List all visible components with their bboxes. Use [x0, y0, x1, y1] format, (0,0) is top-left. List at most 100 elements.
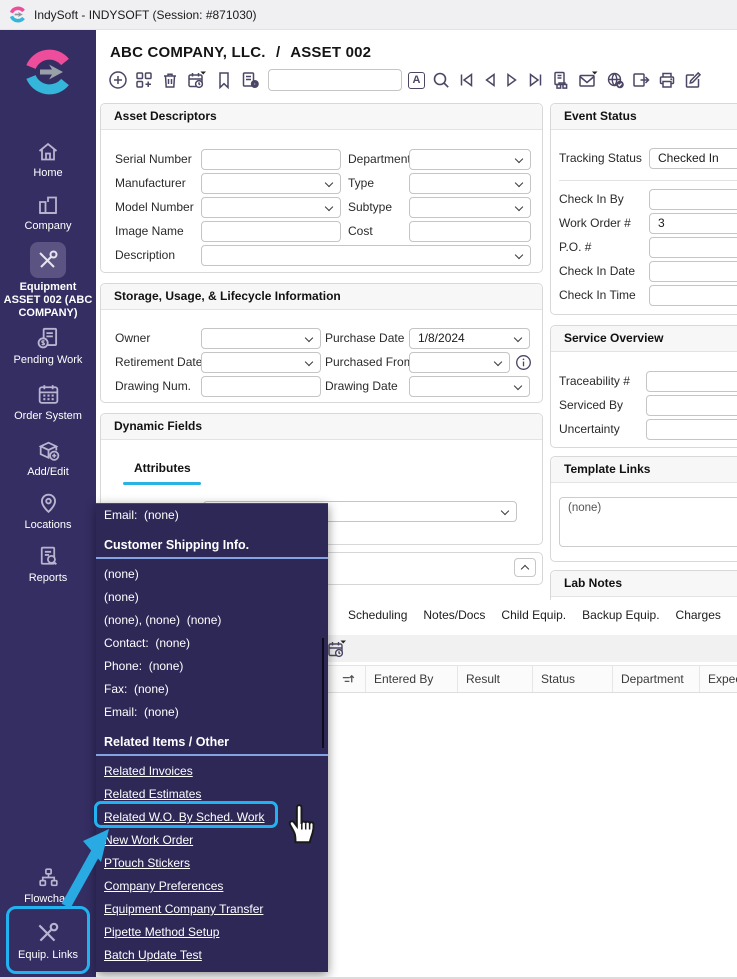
purchase-date-value: 1/8/2024	[410, 329, 529, 348]
purchased-from-select[interactable]	[409, 352, 510, 373]
owner-select[interactable]	[201, 328, 321, 349]
sidebar-item-reports[interactable]: Reports	[0, 544, 96, 584]
menu-item-batch-update-test[interactable]: Batch Update Test	[96, 944, 328, 967]
copy-equipment-icon[interactable]	[551, 70, 571, 90]
serial-number-input[interactable]	[201, 149, 341, 170]
uncertainty-input[interactable]	[646, 419, 737, 440]
description-select[interactable]	[201, 245, 531, 266]
model-number-label: Model Number	[115, 197, 194, 218]
grid-calendar-menu-icon[interactable]	[326, 638, 348, 660]
template-links-box[interactable]: (none)	[559, 497, 737, 547]
grid-col-entered-by[interactable]: Entered By	[366, 666, 458, 692]
menu-item-related-invoices[interactable]: Related Invoices	[96, 760, 328, 783]
check-in-date-label: Check In Date	[559, 261, 635, 282]
email-menu-icon[interactable]	[577, 70, 599, 90]
sidebar-item-pending-work[interactable]: Pending Work	[0, 325, 96, 366]
manufacturer-select[interactable]	[201, 173, 341, 194]
previous-record-icon[interactable]	[481, 70, 498, 90]
sidebar-item-order-system[interactable]: Order System	[0, 382, 96, 422]
serial-number-label: Serial Number	[115, 149, 192, 170]
first-record-icon[interactable]	[457, 70, 475, 90]
cost-input[interactable]	[409, 221, 531, 242]
event-calendar-menu-icon[interactable]	[186, 70, 208, 90]
event-status-panel: Event Status Tracking Status Checked In …	[550, 103, 737, 315]
purchase-date-label: Purchase Date	[325, 328, 404, 349]
clone-icon[interactable]	[134, 70, 154, 90]
tab-scheduling[interactable]: Scheduling	[348, 608, 407, 622]
tab-child-equip[interactable]: Child Equip.	[501, 608, 566, 622]
subtype-label: Subtype	[348, 197, 392, 218]
grid-col-status[interactable]: Status	[533, 666, 613, 692]
check-in-by-label: Check In By	[559, 189, 624, 210]
reports-icon	[36, 544, 61, 569]
bookmark-icon[interactable]	[214, 70, 234, 90]
sidebar-item-equipment[interactable]: Equipment ASSET 002 (ABC COMPANY)	[0, 242, 96, 319]
tracking-status-value: Checked In	[650, 149, 737, 168]
search-icon[interactable]	[431, 70, 451, 90]
add-icon[interactable]	[108, 70, 128, 90]
tab-charges[interactable]: Charges	[676, 608, 721, 622]
edit-icon[interactable]	[683, 70, 703, 90]
drawing-num-input[interactable]	[201, 376, 321, 397]
menu-item-new-work-order[interactable]: New Work Order	[96, 829, 328, 852]
highlight-box-equip-links	[6, 906, 90, 974]
popup-info-row: Contact: (none)	[96, 632, 328, 655]
sidebar-item-label: Reports	[0, 572, 96, 584]
popup-separator	[96, 557, 328, 559]
popup-info-row: (none)	[96, 586, 328, 609]
tab-attributes[interactable]: Attributes	[134, 461, 191, 475]
menu-item-ptouch-stickers[interactable]: PTouch Stickers	[96, 852, 328, 875]
retirement-date-select[interactable]	[201, 352, 321, 373]
tab-backup-equip[interactable]: Backup Equip.	[582, 608, 659, 622]
sidebar-item-company[interactable]: Company	[0, 193, 96, 232]
traceability-label: Traceability #	[559, 371, 630, 392]
tab-notes-docs[interactable]: Notes/Docs	[423, 608, 485, 622]
popup-separator	[96, 754, 328, 756]
popup-info-row: Phone: (none)	[96, 655, 328, 678]
company-icon	[36, 193, 60, 217]
purchase-date-select[interactable]: 1/8/2024	[409, 328, 530, 349]
drawing-date-select[interactable]	[409, 376, 530, 397]
menu-item-pipette-method-setup[interactable]: Pipette Method Setup	[96, 921, 328, 944]
grid-col-result[interactable]: Result	[458, 666, 533, 692]
po-number-input[interactable]	[649, 237, 737, 258]
sidebar-item-locations[interactable]: Locations	[0, 491, 96, 531]
grid-col-expected[interactable]: Expec	[700, 666, 737, 692]
next-record-icon[interactable]	[504, 70, 521, 90]
check-in-date-input[interactable]	[649, 261, 737, 282]
purchased-from-info-icon[interactable]	[515, 354, 532, 371]
grid-sort-cell[interactable]	[330, 666, 366, 692]
sidebar-item-add-edit[interactable]: Add/Edit	[0, 438, 96, 478]
delete-icon[interactable]	[160, 70, 180, 90]
run-report-icon[interactable]	[240, 70, 262, 90]
check-in-by-input[interactable]	[649, 189, 737, 210]
subtype-select[interactable]	[409, 197, 531, 218]
serviced-by-input[interactable]	[646, 395, 737, 416]
sidebar-item-flowchart[interactable]: Flowchart	[0, 865, 96, 905]
traceability-input[interactable]	[646, 371, 737, 392]
image-name-input[interactable]	[201, 221, 341, 242]
model-number-select[interactable]	[201, 197, 341, 218]
template-links-panel: Template Links (none)	[550, 456, 737, 562]
web-publish-icon[interactable]	[605, 70, 625, 90]
check-in-time-input[interactable]	[649, 285, 737, 306]
collapse-button[interactable]	[514, 558, 536, 577]
last-record-icon[interactable]	[527, 70, 545, 90]
menu-item-company-preferences[interactable]: Company Preferences	[96, 875, 328, 898]
sidebar-item-home[interactable]: Home	[0, 140, 96, 179]
export-icon[interactable]	[631, 70, 651, 90]
menu-item-equipment-company-transfer[interactable]: Equipment Company Transfer	[96, 898, 328, 921]
storage-panel: Storage, Usage, & Lifecycle Information …	[100, 283, 543, 403]
work-order-input[interactable]: 3	[649, 213, 737, 234]
grid-col-department[interactable]: Department	[613, 666, 700, 692]
highlight-text-icon[interactable]: A	[408, 72, 425, 89]
department-select[interactable]	[409, 149, 531, 170]
type-select[interactable]	[409, 173, 531, 194]
panel-title: Dynamic Fields	[101, 414, 542, 440]
divider	[559, 180, 737, 181]
print-icon[interactable]	[657, 70, 677, 90]
popup-scrollbar[interactable]	[322, 638, 324, 748]
popup-section-header: Related Items / Other	[96, 730, 328, 754]
tracking-status-input[interactable]: Checked In	[649, 148, 737, 169]
toolbar-search-input[interactable]	[268, 69, 402, 91]
